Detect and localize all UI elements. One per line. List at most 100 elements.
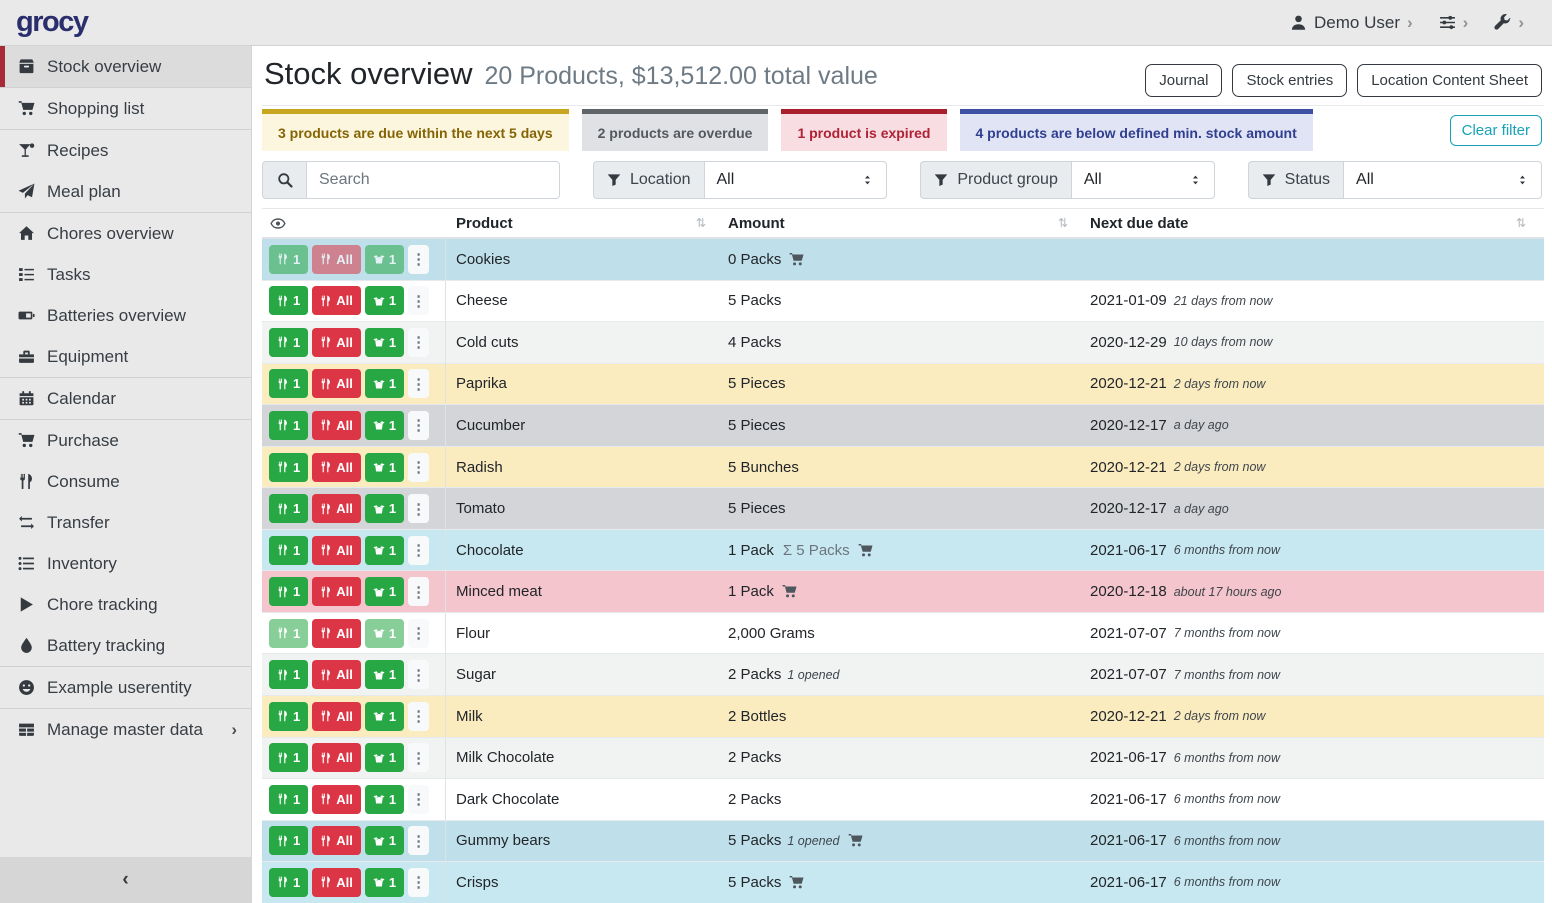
consume-one-button[interactable]: 1 — [269, 328, 308, 357]
app-logo[interactable]: grocy — [16, 6, 87, 39]
consume-all-button[interactable]: All — [312, 826, 361, 855]
row-menu-button[interactable]: ⋮ — [408, 743, 429, 772]
consume-one-button[interactable]: 1 — [269, 702, 308, 731]
sidebar-item-stock-overview[interactable]: Stock overview › — [0, 46, 251, 87]
consume-one-button[interactable]: 1 — [269, 453, 308, 482]
consume-one-button[interactable]: 1 — [269, 577, 308, 606]
consume-one-button[interactable]: 1 — [269, 245, 308, 274]
settings-menu[interactable]: › — [1439, 13, 1469, 33]
sidebar-item-tasks[interactable]: Tasks › — [0, 254, 251, 295]
row-menu-button[interactable]: ⋮ — [408, 660, 429, 689]
open-one-button[interactable]: 1 — [365, 328, 404, 357]
open-one-button[interactable]: 1 — [365, 702, 404, 731]
consume-all-button[interactable]: All — [312, 868, 361, 897]
consume-all-button[interactable]: All — [312, 660, 361, 689]
open-one-button[interactable]: 1 — [365, 245, 404, 274]
consume-all-button[interactable]: All — [312, 411, 361, 440]
consume-one-button[interactable]: 1 — [269, 826, 308, 855]
stock-entries-button[interactable]: Stock entries — [1232, 64, 1347, 97]
admin-menu[interactable]: › — [1494, 13, 1524, 33]
row-menu-button[interactable]: ⋮ — [408, 494, 429, 523]
filter-select[interactable]: All — [1071, 161, 1215, 199]
filter-select[interactable]: All — [1343, 161, 1542, 199]
row-menu-button[interactable]: ⋮ — [408, 785, 429, 814]
open-one-button[interactable]: 1 — [365, 369, 404, 398]
consume-all-button[interactable]: All — [312, 453, 361, 482]
sidebar-item-chore-tracking[interactable]: Chore tracking › — [0, 584, 251, 625]
sidebar-item-calendar[interactable]: Calendar › — [0, 378, 251, 419]
open-one-button[interactable]: 1 — [365, 826, 404, 855]
search-input[interactable] — [306, 161, 560, 199]
clear-filter-button[interactable]: Clear filter — [1450, 115, 1542, 146]
journal-button[interactable]: Journal — [1145, 64, 1222, 97]
row-menu-button[interactable]: ⋮ — [408, 702, 429, 731]
row-menu-button[interactable]: ⋮ — [408, 328, 429, 357]
sidebar-item-purchase[interactable]: Purchase › — [0, 420, 251, 461]
sidebar-item-shopping-list[interactable]: Shopping list › — [0, 88, 251, 129]
status-alert-primary[interactable]: 4 products are below defined min. stock … — [960, 109, 1313, 151]
consume-all-button[interactable]: All — [312, 369, 361, 398]
open-one-button[interactable]: 1 — [365, 577, 404, 606]
location-content-sheet-button[interactable]: Location Content Sheet — [1357, 64, 1542, 97]
row-menu-button[interactable]: ⋮ — [408, 411, 429, 440]
sidebar-item-recipes[interactable]: Recipes › — [0, 130, 251, 171]
open-one-button[interactable]: 1 — [365, 785, 404, 814]
open-one-button[interactable]: 1 — [365, 494, 404, 523]
sidebar-collapse-button[interactable]: ‹ — [0, 857, 251, 903]
column-header-next-due-date[interactable]: Next due date ⇅ — [1080, 215, 1544, 232]
consume-all-button[interactable]: All — [312, 328, 361, 357]
consume-one-button[interactable]: 1 — [269, 286, 308, 315]
sidebar-item-manage-master-data[interactable]: Manage master data › — [0, 709, 251, 750]
consume-one-button[interactable]: 1 — [269, 868, 308, 897]
sidebar-item-batteries-overview[interactable]: Batteries overview › — [0, 295, 251, 336]
column-header-product[interactable]: Product ⇅ — [446, 215, 718, 232]
sidebar-item-meal-plan[interactable]: Meal plan › — [0, 171, 251, 212]
sidebar-item-consume[interactable]: Consume › — [0, 461, 251, 502]
sidebar-item-inventory[interactable]: Inventory › — [0, 543, 251, 584]
open-one-button[interactable]: 1 — [365, 619, 404, 648]
sidebar-item-chores-overview[interactable]: Chores overview › — [0, 213, 251, 254]
open-one-button[interactable]: 1 — [365, 868, 404, 897]
row-menu-button[interactable]: ⋮ — [408, 868, 429, 897]
status-alert-warning[interactable]: 3 products are due within the next 5 day… — [262, 109, 569, 151]
row-menu-button[interactable]: ⋮ — [408, 536, 429, 565]
consume-all-button[interactable]: All — [312, 494, 361, 523]
consume-all-button[interactable]: All — [312, 536, 361, 565]
open-one-button[interactable]: 1 — [365, 536, 404, 565]
row-menu-button[interactable]: ⋮ — [408, 369, 429, 398]
row-menu-button[interactable]: ⋮ — [408, 577, 429, 606]
consume-one-button[interactable]: 1 — [269, 785, 308, 814]
consume-one-button[interactable]: 1 — [269, 411, 308, 440]
consume-all-button[interactable]: All — [312, 785, 361, 814]
sidebar-item-example-userentity[interactable]: Example userentity › — [0, 667, 251, 708]
consume-one-button[interactable]: 1 — [269, 536, 308, 565]
consume-one-button[interactable]: 1 — [269, 743, 308, 772]
open-one-button[interactable]: 1 — [365, 660, 404, 689]
row-menu-button[interactable]: ⋮ — [408, 286, 429, 315]
consume-all-button[interactable]: All — [312, 619, 361, 648]
consume-one-button[interactable]: 1 — [269, 369, 308, 398]
open-one-button[interactable]: 1 — [365, 453, 404, 482]
consume-one-button[interactable]: 1 — [269, 494, 308, 523]
open-one-button[interactable]: 1 — [365, 411, 404, 440]
row-menu-button[interactable]: ⋮ — [408, 619, 429, 648]
consume-one-button[interactable]: 1 — [269, 619, 308, 648]
consume-all-button[interactable]: All — [312, 577, 361, 606]
toggle-columns-button[interactable] — [269, 216, 287, 231]
user-menu[interactable]: Demo User › — [1290, 13, 1413, 33]
open-one-button[interactable]: 1 — [365, 743, 404, 772]
consume-all-button[interactable]: All — [312, 702, 361, 731]
consume-one-button[interactable]: 1 — [269, 660, 308, 689]
column-header-amount[interactable]: Amount ⇅ — [718, 215, 1080, 232]
row-menu-button[interactable]: ⋮ — [408, 453, 429, 482]
filter-select[interactable]: All — [704, 161, 888, 199]
row-menu-button[interactable]: ⋮ — [408, 826, 429, 855]
status-alert-danger[interactable]: 1 product is expired — [781, 109, 946, 151]
sidebar-item-battery-tracking[interactable]: Battery tracking › — [0, 625, 251, 666]
row-menu-button[interactable]: ⋮ — [408, 245, 429, 274]
consume-all-button[interactable]: All — [312, 743, 361, 772]
open-one-button[interactable]: 1 — [365, 286, 404, 315]
consume-all-button[interactable]: All — [312, 286, 361, 315]
sidebar-item-equipment[interactable]: Equipment › — [0, 336, 251, 377]
consume-all-button[interactable]: All — [312, 245, 361, 274]
